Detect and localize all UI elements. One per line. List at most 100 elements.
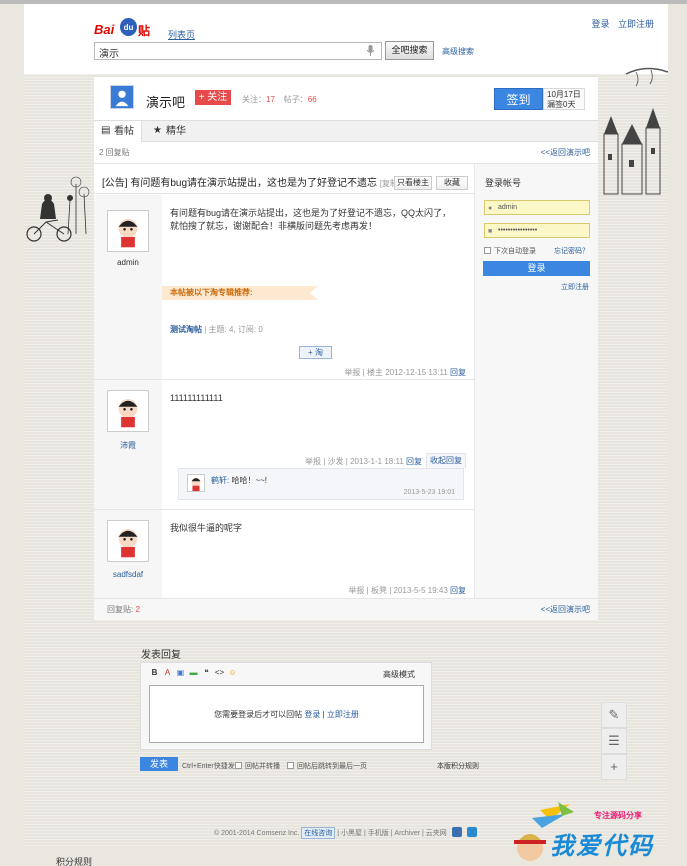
remember-me-checkbox[interactable]: 下次自动登录 [484,246,536,256]
advanced-mode-link[interactable]: 高级模式 [383,669,415,680]
search-button[interactable]: 全吧搜索 [385,41,434,60]
forum-name: 演示吧 [146,95,186,110]
posts-label: 帖子： [283,95,308,104]
footer-reply-label: 回复贴: [107,605,134,614]
submit-reply-button[interactable]: 发表 [140,757,178,771]
followers-label: 关注： [242,95,266,104]
login-title: 登录帐号 [485,178,522,188]
username-input[interactable]: ● admin [484,200,590,215]
image-icon[interactable]: ▣ [175,667,186,678]
report-link[interactable]: 举报 [305,457,321,466]
reply-link[interactable]: 回复 [406,457,422,466]
font-color-icon[interactable]: A [162,667,173,678]
sub-reply-body: 哈哈！~~! [231,476,268,485]
footer-back-link[interactable]: <<返回演示吧 [541,599,590,621]
edit-post-icon[interactable]: ✎ [601,702,627,728]
jump-last-page-option[interactable]: 回帖后跳转到最后一页 [287,761,367,771]
list-icon: ▤ [101,125,111,136]
sub-reply: 鹤轩: 哈哈！~~! 2013-5-23 19:01 [178,468,464,500]
favorite-button[interactable]: 收藏 [436,176,468,190]
repost-option[interactable]: 回帖并转播 [235,761,280,771]
bottom-cut-text: 积分规则 [56,857,93,866]
user-avatar[interactable] [107,210,149,252]
sub-reply-author[interactable]: 鹤轩: [211,476,229,485]
notice-tag: [公告] [102,178,128,189]
replies-footer-bar: 回复贴: 2 <<返回演示吧 [94,598,598,620]
sign-in-button[interactable]: 签到 [494,88,543,110]
login-button[interactable]: 登录 [483,261,590,276]
tab-label: 精华 [166,126,186,137]
search-input[interactable]: 演示 [94,42,382,60]
tab-featured[interactable]: ★ 精华 [146,121,194,142]
report-link[interactable]: 举报 [348,586,364,595]
collapse-replies-button[interactable]: 收起回复 [426,453,466,468]
footer-links[interactable]: | 小黑屋 | 手机版 | Archiver | 云夹网 [337,830,447,837]
user-avatar[interactable] [107,520,149,562]
remember-label: 下次自动登录 [494,248,536,255]
new-post-icon[interactable]: + [601,754,627,780]
post-meta: 举报 | 沙发 | 2013-1-1 18:11 回复 [305,457,422,466]
login-sidebar: 登录帐号 ● admin ■ •••••••••••••••• 下次自动登录 忘… [474,164,598,620]
tab-view-posts[interactable]: ▤ 看帖 [94,121,142,142]
sub-reply-avatar[interactable] [187,474,205,492]
post-floor: 楼主 [366,368,383,377]
user-icon: ● [488,205,493,212]
list-page-link[interactable]: 列表页 [168,28,195,41]
notice-text: 有问题有bug请在演示站提出，这也是为了好登记不遗忘 [130,178,378,189]
album-line: 测试淘帖 | 主题: 4, 订阅: 0 [170,323,460,336]
post-author-name[interactable]: 沛霞 [94,440,162,451]
post-floor: 沙发 [327,457,344,466]
reply-form-title: 发表回复 [141,650,181,661]
followers-count: 17 [266,95,275,104]
code-icon[interactable]: <> [214,667,225,678]
reply-count: 2 回复贴 [99,148,130,157]
reply-textarea[interactable]: 您需要登录后才可以回帖 登录 | 立即注册 [149,685,424,743]
sidebar-register-link[interactable]: 立即注册 [561,282,589,292]
post-2: 沛霞 111111111111 举报 | 沙发 | 2013-1-1 18:11… [94,380,474,510]
bicycle-girl-illustration [26,176,90,242]
add-to-album-button[interactable]: + 淘 [299,346,332,359]
page-canvas: 登录 立即注册 Bai du 贴吧 列表页 演示 全吧搜索 高级搜索 演示吧 +… [24,4,668,846]
follow-button[interactable]: + 关注 [195,90,231,105]
microphone-icon[interactable] [366,45,375,57]
points-rules-link[interactable]: 本版积分规则 [437,761,479,771]
reply-link[interactable]: 回复 [450,586,466,595]
back-to-forum-link[interactable]: <<返回演示吧 [541,142,590,164]
bold-icon[interactable]: B [149,667,160,678]
reply-link[interactable]: 回复 [450,368,466,377]
copyright: © 2001-2014 Comsenz Inc. [214,830,300,837]
checkbox-icon [235,762,242,769]
footer-reply-number: 2 [135,605,140,614]
advanced-search-link[interactable]: 高级搜索 [442,46,474,57]
quote-icon[interactable]: ❝ [201,667,212,678]
top-register-link[interactable]: 立即注册 [618,19,654,29]
username-value: admin [498,204,518,211]
castle-illustration [603,67,668,195]
link-icon[interactable]: ▬ [188,667,199,678]
checkbox-icon [484,247,491,254]
forgot-password-link[interactable]: 忘记密码？ [554,246,589,256]
tab-label: 看帖 [114,126,134,137]
password-value: •••••••••••••••• [498,227,538,234]
user-avatar[interactable] [107,390,149,432]
forum-header: 演示吧 + 关注 关注：17 帖子：66 签到 10月17日 漏签0天 [94,76,598,120]
top-login-link[interactable]: 登录 [591,19,609,29]
report-link[interactable]: 举报 [344,368,360,377]
reply-editor: B A ▣ ▬ ❝ <> ☺ 高级模式 您需要登录后才可以回帖 登录 | 立即注册 [140,662,432,750]
password-input[interactable]: ■ •••••••••••••••• [484,223,590,238]
album-link[interactable]: 测试淘帖 [170,325,202,334]
post-author-name[interactable]: sadfsdaf [94,570,162,579]
editor-toolbar: B A ▣ ▬ ❝ <> ☺ [149,667,240,678]
post-author-name[interactable]: admin [94,258,162,267]
owner-only-button[interactable]: 只看楼主 [394,176,432,190]
online-consult-badge[interactable]: 在线咨询 [301,827,336,839]
editor-login-link[interactable]: 登录 [304,710,320,719]
sub-reply-time: 2013-5-23 19:01 [403,489,455,496]
post-time: 2013-1-1 18:11 [350,457,404,466]
editor-register-link[interactable]: 立即注册 [327,710,359,719]
lock-icon: ■ [488,228,493,235]
list-view-icon[interactable]: ☰ [601,728,627,754]
smiley-icon[interactable]: ☺ [227,667,238,678]
baidu-tieba-logo[interactable]: Bai du 贴吧 [94,18,156,55]
album-meta: | 主题: 4, 订阅: 0 [204,325,263,334]
